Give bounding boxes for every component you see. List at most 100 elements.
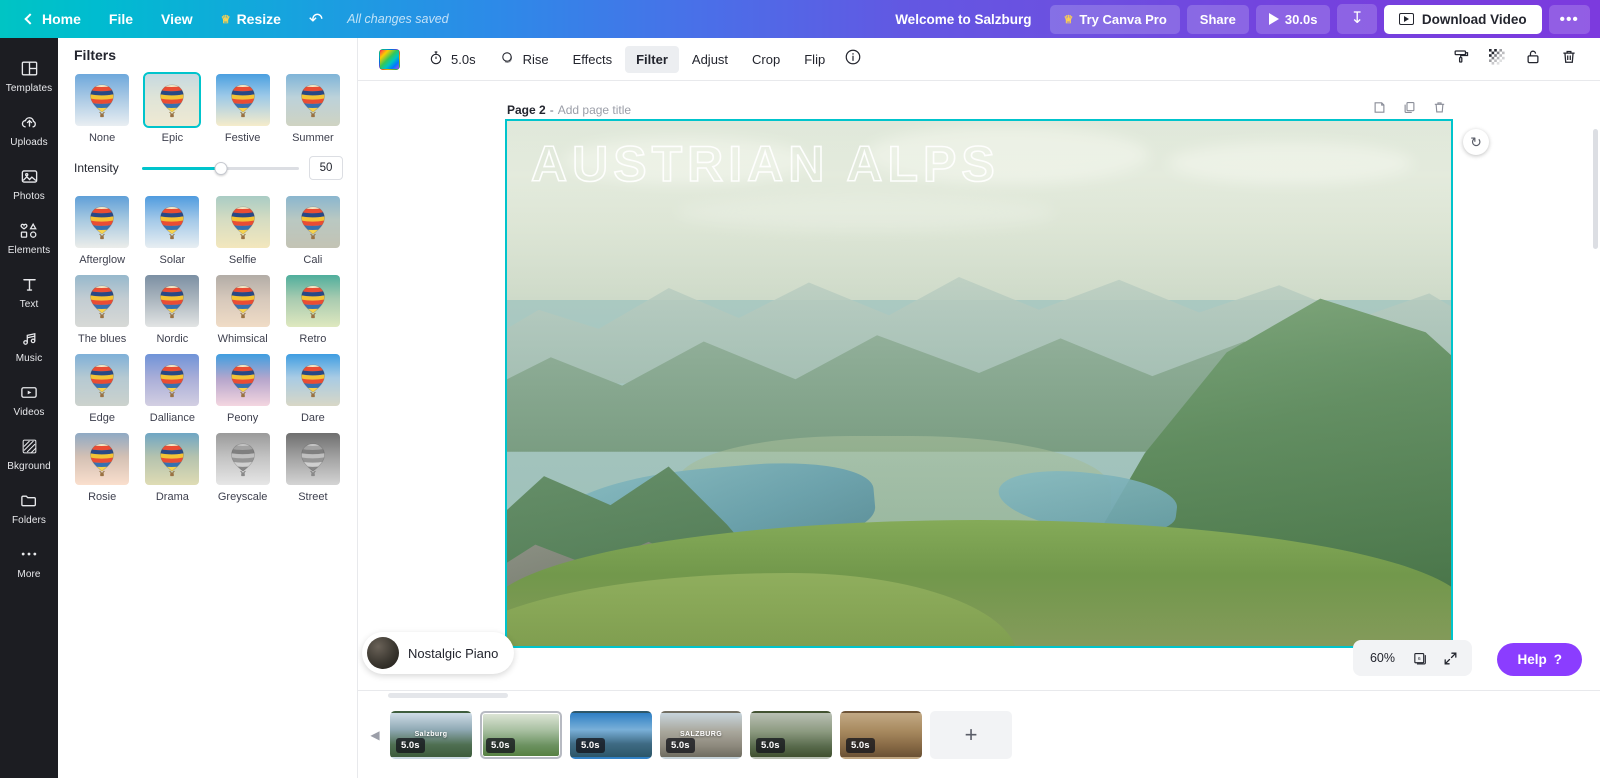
download-button[interactable]: ↧ [1337,4,1377,34]
filter-option-whimsical[interactable]: Whimsical [211,273,275,345]
filter-option-the-blues[interactable]: The blues [70,273,134,345]
timeline-clip[interactable]: 5.0s [750,710,832,759]
timeline-scrollbar[interactable] [388,693,508,698]
filter-option-retro[interactable]: Retro [281,273,345,345]
page-manager-button[interactable]: 6 [1406,644,1434,672]
transparency-button[interactable] [1482,44,1512,74]
sidebar-item-videos[interactable]: Videos [0,372,58,426]
ellipsis-icon: ••• [1559,10,1579,28]
filter-option-peony[interactable]: Peony [211,352,275,424]
chevron-left-icon [24,13,36,25]
menu-file[interactable]: File [95,5,147,33]
help-button[interactable]: Help ? [1497,643,1582,676]
filter-option-solar[interactable]: Solar [140,194,204,266]
timeline-clip[interactable]: Salzburg 5.0s [390,710,472,759]
timeline-clip[interactable]: 5.0s [480,710,562,759]
fullscreen-button[interactable] [1436,644,1464,672]
tab-flip[interactable]: Flip [793,46,836,73]
duration-label: 30.0s [1284,11,1318,27]
sidebar-item-uploads[interactable]: Uploads [0,102,58,156]
animation-button[interactable]: Rise [489,44,560,75]
clip-duration-button[interactable]: 5.0s [417,44,487,75]
try-canva-pro-button[interactable]: ♕ Try Canva Pro [1050,4,1180,34]
download-video-button[interactable]: Download Video [1383,4,1542,34]
save-status: All changes saved [347,12,449,26]
filter-option-cali[interactable]: Cali [281,194,345,266]
filters-grid-row-1: None Epic Festive Summer [70,72,345,144]
tab-adjust[interactable]: Adjust [681,46,739,73]
timeline-scroll-left[interactable]: ◀ [368,715,382,755]
filter-option-edge[interactable]: Edge [70,352,134,424]
resize-button[interactable]: ♕ Resize [207,5,295,33]
intensity-slider[interactable] [142,160,299,176]
color-swatch-button[interactable] [374,44,404,74]
add-note-button[interactable] [1367,98,1391,122]
tab-effects[interactable]: Effects [562,46,624,73]
more-options-button[interactable]: ••• [1548,4,1590,34]
filter-option-afterglow[interactable]: Afterglow [70,194,134,266]
intensity-value[interactable]: 50 [309,156,343,181]
filter-option-epic[interactable]: Epic [140,72,204,144]
delete-button[interactable] [1554,44,1584,74]
sidebar-item-templates[interactable]: Templates [0,48,58,102]
lock-button[interactable] [1518,44,1548,74]
rotate-handle[interactable]: ↻ [1463,129,1489,155]
filter-option-street[interactable]: Street [281,431,345,503]
zoom-level[interactable]: 60% [1361,647,1404,669]
tab-filter[interactable]: Filter [625,45,679,73]
sidebar-item-photos[interactable]: Photos [0,156,58,210]
canvas-scrollbar[interactable] [1593,129,1598,249]
duplicate-page-button[interactable] [1397,98,1421,122]
sidebar-item-elements[interactable]: Elements [0,210,58,264]
copy-style-button[interactable] [1446,44,1476,74]
filter-option-selfie[interactable]: Selfie [211,194,275,266]
document-title[interactable]: Welcome to Salzburg [883,12,1043,27]
filter-label: Epic [161,132,184,144]
video-icon [1398,13,1414,25]
sidebar-item-more[interactable]: More [0,534,58,588]
main-area: 5.0s Rise Effects Filter Adjust Crop Fli… [358,38,1600,778]
sidebar-item-music[interactable]: Music [0,318,58,372]
undo-button[interactable]: ↶ [295,5,337,34]
filter-thumbnail [143,72,202,128]
filter-option-festive[interactable]: Festive [211,72,275,144]
info-button[interactable] [838,44,868,74]
home-button[interactable]: Home [12,5,95,33]
slider-knob[interactable] [214,161,227,175]
help-label: Help [1517,652,1547,667]
filter-option-nordic[interactable]: Nordic [140,273,204,345]
hot-air-balloon-icon [157,205,187,241]
text-icon [18,273,40,295]
sidebar-item-text[interactable]: Text [0,264,58,318]
page-title-input[interactable]: Add page title [558,103,631,117]
editor-body: Templates Uploads Photos Elements Text M… [0,38,1600,778]
sidebar-item-folders[interactable]: Folders [0,480,58,534]
filter-option-greyscale[interactable]: Greyscale [211,431,275,503]
top-toolbar-left: Home File View ♕ Resize ↶ All changes sa… [0,5,449,34]
hot-air-balloon-icon [157,442,187,478]
headline-text[interactable]: AUSTRIAN ALPS [530,135,1000,193]
sidebar-item-background[interactable]: Bkground [0,426,58,480]
selected-image[interactable]: AUSTRIAN ALPS [505,119,1453,648]
audio-track-chip[interactable]: Nostalgic Piano [362,632,515,674]
filter-option-drama[interactable]: Drama [140,431,204,503]
filter-label: Festive [224,132,261,144]
filter-option-rosie[interactable]: Rosie [70,431,134,503]
add-page-button[interactable]: + [930,710,1012,759]
timeline-clip[interactable]: SALZBURG 5.0s [660,710,742,759]
timeline-clip[interactable]: 5.0s [840,710,922,759]
top-toolbar-right: Welcome to Salzburg ♕ Try Canva Pro Shar… [883,4,1600,34]
top-toolbar: Home File View ♕ Resize ↶ All changes sa… [0,0,1600,38]
timeline-clip[interactable]: 5.0s [570,710,652,759]
share-button[interactable]: Share [1186,4,1249,34]
tab-crop[interactable]: Crop [741,46,791,73]
delete-page-button[interactable] [1427,98,1451,122]
menu-view[interactable]: View [147,5,207,33]
filter-option-dare[interactable]: Dare [281,352,345,424]
preview-play-button[interactable]: 30.0s [1255,4,1331,34]
filter-label: Peony [227,412,259,425]
filter-option-none[interactable]: None [70,72,134,144]
filter-option-dalliance[interactable]: Dalliance [140,352,204,424]
filter-option-summer[interactable]: Summer [281,72,345,144]
filter-label: Cali [303,254,323,267]
